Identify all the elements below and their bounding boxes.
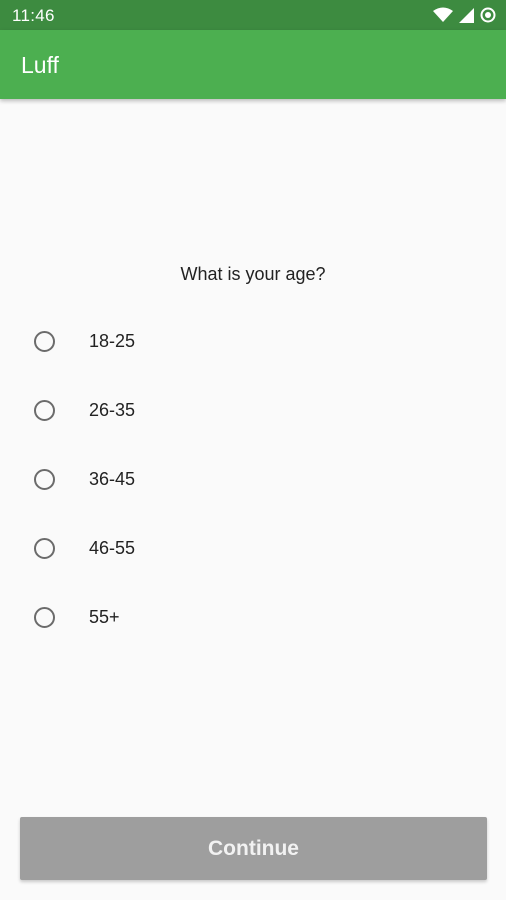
radio-button[interactable] [34,331,55,352]
radio-button[interactable] [34,469,55,490]
status-bar: 11:46 [0,0,506,30]
app-title: Luff [21,52,59,78]
wifi-icon [433,7,453,23]
status-icons [433,6,496,24]
age-option-26-35[interactable]: 26-35 [0,376,506,445]
radio-button[interactable] [34,400,55,421]
sync-icon [480,7,496,23]
age-option-36-45[interactable]: 36-45 [0,445,506,514]
radio-button[interactable] [34,538,55,559]
continue-button[interactable]: Continue [20,817,487,880]
radio-button[interactable] [34,607,55,628]
question-text: What is your age? [180,264,326,284]
age-option-label: 18-25 [89,331,136,351]
age-option-label: 36-45 [89,469,136,489]
age-option-label: 55+ [89,607,120,627]
age-option-label: 46-55 [89,538,136,558]
cell-signal-icon [459,7,474,23]
app-bar: Luff [0,30,506,99]
age-option-18-25[interactable]: 18-25 [0,307,506,376]
age-option-55-plus[interactable]: 55+ [0,583,506,652]
age-option-label: 26-35 [89,400,136,420]
age-option-46-55[interactable]: 46-55 [0,514,506,583]
status-time: 11:46 [12,6,55,25]
